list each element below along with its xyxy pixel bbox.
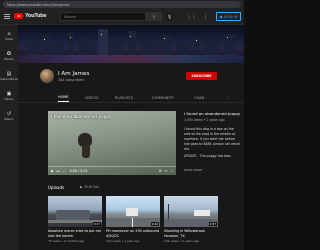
play-all-button[interactable]: ▶ PLAY ALL [80, 185, 99, 189]
video-thumbnail[interactable]: 0:17 [48, 196, 102, 227]
subscriptions-icon: ▤ [6, 70, 12, 77]
sidebar-item-label: Subscriptions [0, 77, 18, 81]
sidebar-item-label: History [4, 117, 14, 121]
channel-header: I Am James 304 subscribers SUBSCRIBE [18, 63, 244, 90]
sign-in-button[interactable]: ◉ SIGN IN [216, 12, 241, 21]
video-card[interactable]: 0:57 Shooting in Willowbrook, Houston, T… [164, 196, 218, 243]
sidebar-item-subscriptions[interactable]: ▤ Subscriptions [0, 67, 18, 85]
sidebar: ⌂ Home ✪ Explore ▤ Subscriptions ▣ Libra… [0, 25, 18, 250]
search-input[interactable]: Search [60, 12, 146, 21]
account-icon: ◉ [219, 14, 223, 19]
history-icon: ↺ [6, 110, 12, 117]
video-duration: 0:42 [150, 222, 159, 226]
miniplayer-icon[interactable]: ▭ [165, 169, 168, 173]
channel-name: I Am James [58, 71, 90, 77]
play-icon[interactable]: ▶ [51, 169, 54, 173]
featured-video-player[interactable]: I found an abandoned puppy ▶ ⏭ 🔊 0:00 / … [48, 111, 176, 175]
progress-bar[interactable] [48, 166, 176, 167]
video-meta: 144 views • 3 years ago [164, 239, 200, 244]
play-all-label: PLAY ALL [84, 185, 100, 189]
mic-icon: 🎙 [166, 14, 173, 19]
voice-search-button[interactable]: 🎙 [166, 13, 173, 20]
sidebar-item-library[interactable]: ▣ Library [0, 87, 18, 105]
uploads-heading[interactable]: Uploads [48, 185, 64, 190]
compass-icon: ✪ [6, 50, 12, 57]
menu-icon[interactable] [4, 14, 10, 19]
subscriber-count: 304 subscribers [58, 78, 85, 82]
video-meta: 75 views • 6 months ago [48, 239, 85, 244]
youtube-header: YouTube Search ⌕ 🎙 ⋮⋮ ⋮ ◉ SIGN IN [0, 9, 244, 25]
youtube-logo[interactable]: YouTube [14, 13, 47, 19]
chevron-right-icon[interactable]: › [228, 93, 229, 102]
sidebar-item-label: Library [4, 97, 14, 101]
youtube-logo-icon [14, 13, 23, 19]
channel-home: I found an abandoned puppy ▶ ⏭ 🔊 0:00 / … [18, 103, 244, 250]
description-update: UPDATE - The puppy has bee... [184, 154, 234, 158]
video-meta: 210 views • 1 year ago [106, 239, 140, 244]
browser-chrome: https://www.youtube.com/c/iamjames [0, 0, 244, 9]
next-icon[interactable]: ⏭ [57, 169, 60, 173]
apps-icon[interactable]: ⋮⋮ [187, 13, 197, 20]
video-duration: 0:17 [92, 222, 101, 226]
read-more-link[interactable]: READ MORE [184, 168, 202, 172]
video-card[interactable]: 0:42 PH maneuver on 290 outbound 4/30/21… [106, 196, 160, 243]
time-display: 0:00 / 5:21 [69, 169, 88, 173]
tab-community[interactable]: COMMUNITY [152, 93, 174, 102]
video-title[interactable]: Shooting in Willowbrook, Houston, TX. [164, 229, 218, 238]
video-title[interactable]: PH maneuver on 290 outbound 4/30/21 [106, 229, 160, 238]
volume-icon[interactable]: 🔊 [63, 169, 67, 173]
sidebar-item-home[interactable]: ⌂ Home [0, 27, 18, 45]
tab-playlists[interactable]: PLAYLISTS [115, 93, 133, 102]
video-thumbnail[interactable]: 0:42 [106, 196, 160, 227]
settings-icon[interactable]: ⚙ [159, 169, 162, 173]
tab-videos[interactable]: VIDEOS [85, 93, 98, 102]
fullscreen-icon[interactable]: ⛶ [171, 169, 173, 173]
video-duration: 0:57 [208, 222, 217, 226]
featured-video-meta: 1,093 views • 1 years ago [184, 118, 225, 122]
channel-avatar[interactable] [40, 69, 54, 83]
address-bar[interactable]: https://www.youtube.com/c/iamjames [3, 1, 241, 8]
video-thumbnail[interactable]: 0:57 [164, 196, 218, 227]
player-title[interactable]: I found an abandoned puppy [51, 114, 111, 119]
logo-text: YouTube [25, 13, 47, 19]
settings-more-icon[interactable]: ⋮ [202, 13, 209, 20]
sign-in-label: SIGN IN [223, 14, 238, 19]
library-icon: ▣ [6, 90, 12, 97]
video-card[interactable]: 0:17 Absolute moron tries to put me into… [48, 196, 102, 243]
search-button[interactable]: ⌕ [146, 12, 162, 21]
play-all-icon: ▶ [80, 185, 83, 189]
description-text: I found this dog in a box on the side of… [184, 127, 240, 151]
video-title[interactable]: Absolute moron tries to put me into the … [48, 229, 102, 238]
featured-video-description: I found this dog in a box on the side of… [184, 127, 240, 159]
home-icon: ⌂ [7, 30, 11, 37]
tab-channels[interactable]: CHAN [194, 93, 204, 102]
sidebar-item-history[interactable]: ↺ History [0, 107, 18, 125]
sidebar-item-label: Home [5, 37, 13, 41]
search-icon: ⌕ [152, 13, 156, 20]
sidebar-item-label: Explore [4, 57, 14, 61]
channel-banner [18, 25, 244, 63]
sidebar-item-explore[interactable]: ✪ Explore [0, 47, 18, 65]
tab-home[interactable]: HOME [58, 93, 69, 102]
subscribe-button[interactable]: SUBSCRIBE [186, 72, 217, 80]
channel-tabs: HOME VIDEOS PLAYLISTS COMMUNITY CHAN › [18, 90, 244, 103]
featured-video-title[interactable]: I found an abandoned puppy [184, 111, 240, 116]
